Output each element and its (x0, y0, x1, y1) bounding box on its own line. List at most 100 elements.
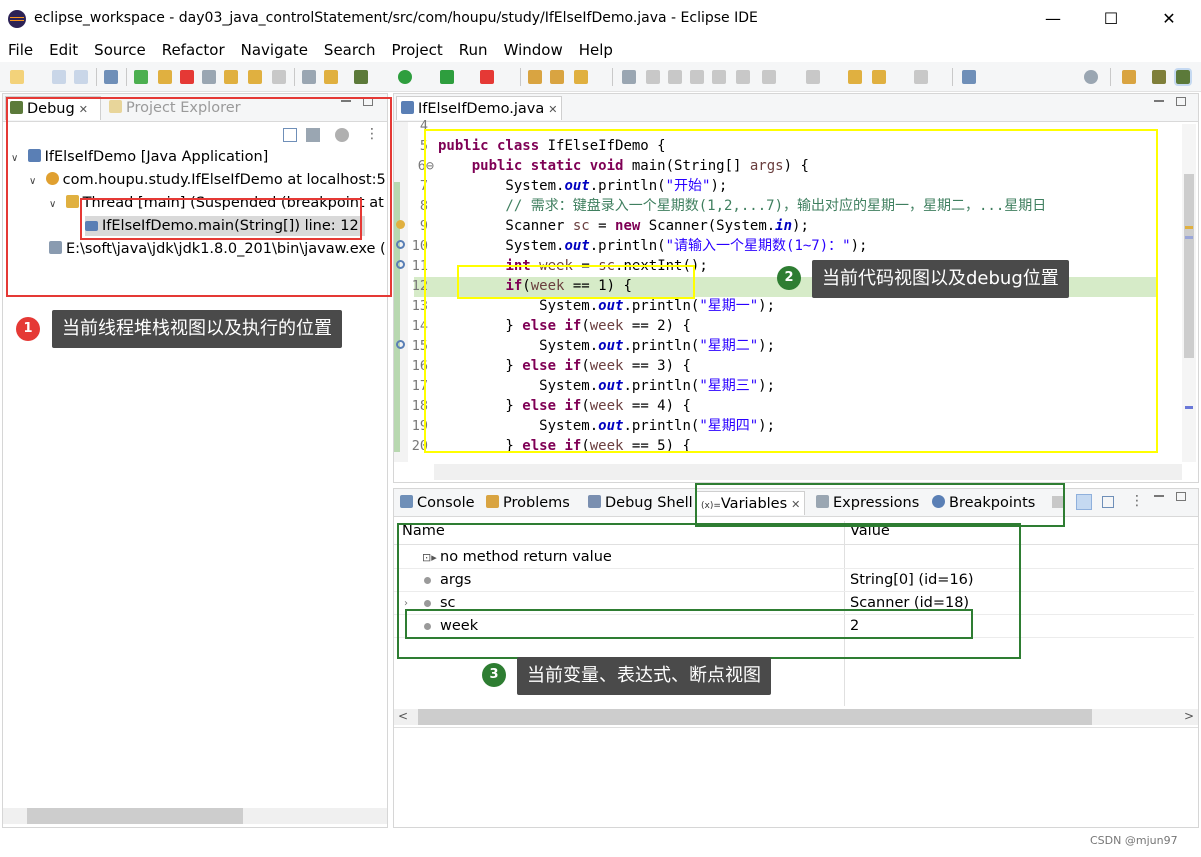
debug-icon[interactable] (354, 70, 368, 84)
variables-hscrollbar[interactable]: < > (394, 709, 1198, 725)
minimize-view-icon[interactable] (1154, 100, 1164, 102)
use-step-filters-icon[interactable] (324, 70, 338, 84)
drop-frame-icon[interactable] (302, 70, 316, 84)
overview-marker[interactable] (1185, 406, 1193, 409)
debug-hscrollbar[interactable] (3, 808, 387, 824)
menu-navigate[interactable]: Navigate (241, 41, 308, 59)
editor-tab-label: IfElseIfDemo.java (418, 101, 545, 117)
toggle-block-icon[interactable] (668, 70, 682, 84)
toggle-edit-icon[interactable] (646, 70, 660, 84)
save-icon[interactable] (52, 70, 66, 84)
new-icon[interactable] (10, 70, 24, 84)
chevron-right-icon[interactable]: > (1184, 709, 1194, 723)
overview-marker[interactable] (1185, 226, 1193, 229)
tab-problems-label: Problems (503, 495, 570, 511)
back-icon[interactable] (872, 70, 886, 84)
editor-vscroll-thumb[interactable] (1184, 174, 1194, 358)
tab-debug-shell[interactable]: Debug Shell (584, 491, 697, 515)
annotation-box-current-line (457, 265, 695, 299)
variables-hscroll-thumb[interactable] (418, 709, 1092, 725)
debug-shell-icon (588, 495, 601, 508)
java-perspective-icon[interactable] (1152, 70, 1166, 84)
disconnect-icon[interactable] (202, 70, 216, 84)
annotation-badge-2: 2 (777, 266, 801, 290)
new-java-project-icon[interactable] (528, 70, 542, 84)
annotation-badge-1: 1 (16, 317, 40, 341)
menu-refactor[interactable]: Refactor (162, 41, 225, 59)
annotation-badge-3: 3 (482, 663, 506, 687)
open-type-icon[interactable] (550, 70, 564, 84)
show-logical-structure-icon[interactable] (1076, 494, 1092, 510)
annotation-callout-3: 当前变量、表达式、断点视图 (517, 657, 771, 695)
close-button[interactable]: ✕ (1154, 8, 1184, 30)
annotation-box-stack-frame (80, 198, 362, 240)
breakpoint-icon[interactable] (396, 220, 405, 229)
maximize-view-icon[interactable] (1176, 97, 1186, 106)
annotation-box-tabs (695, 483, 1065, 527)
menu-file[interactable]: File (8, 41, 33, 59)
search-icon[interactable] (1084, 70, 1098, 84)
close-tab-icon[interactable]: ✕ (548, 103, 557, 116)
minimize-button[interactable]: — (1038, 8, 1068, 30)
minimize-view-icon[interactable] (1154, 495, 1164, 497)
suspend-icon[interactable] (158, 70, 172, 84)
tab-problems[interactable]: Problems (482, 491, 574, 515)
terminate-icon[interactable] (180, 70, 194, 84)
editor-vscrollbar[interactable] (1182, 124, 1196, 462)
debug-hscroll-thumb[interactable] (27, 808, 243, 824)
window-title: eclipse_workspace - day03_java_controlSt… (34, 10, 758, 26)
breakpoint-marker-icon[interactable] (396, 260, 405, 269)
step-into-icon[interactable] (224, 70, 238, 84)
show-source-icon[interactable] (712, 70, 726, 84)
variable-detail-pane[interactable] (394, 727, 1198, 827)
menu-search[interactable]: Search (324, 41, 376, 59)
overview-marker[interactable] (1185, 236, 1193, 239)
title-bar: eclipse_workspace - day03_java_controlSt… (0, 0, 1201, 38)
eclipse-logo-icon (8, 10, 26, 28)
skip-breakpoints-icon[interactable] (104, 70, 118, 84)
toggle-whitespace-icon[interactable] (690, 70, 704, 84)
coverage-icon[interactable] (440, 70, 454, 84)
annotation-callout-1: 当前线程堆栈视图以及执行的位置 (52, 310, 342, 348)
menu-window[interactable]: Window (504, 41, 563, 59)
editor-hscrollbar[interactable] (434, 464, 1182, 480)
previous-annotation-icon[interactable] (806, 70, 820, 84)
annotation-box-week-row (405, 609, 973, 639)
menu-run[interactable]: Run (459, 41, 488, 59)
menu-project[interactable]: Project (391, 41, 442, 59)
maximize-button[interactable]: ☐ (1096, 8, 1126, 30)
annotation-box-debug (6, 97, 392, 297)
editor-tabbar: IfElseIfDemo.java ✕ (394, 94, 1198, 122)
menu-help[interactable]: Help (579, 41, 613, 59)
save-all-icon[interactable] (74, 70, 88, 84)
toolbar (0, 62, 1201, 92)
forward-icon[interactable] (914, 70, 928, 84)
problems-icon (486, 495, 499, 508)
console-icon (400, 495, 413, 508)
run-icon[interactable] (398, 70, 412, 84)
menu-source[interactable]: Source (94, 41, 146, 59)
maximize-view-icon[interactable] (1176, 492, 1186, 501)
tab-console[interactable]: Console (396, 491, 479, 515)
debug-perspective-icon[interactable] (1174, 68, 1192, 86)
breakpoint-marker-icon[interactable] (396, 240, 405, 249)
last-edit-icon[interactable] (848, 70, 862, 84)
search-tool-icon[interactable] (574, 70, 588, 84)
step-return-icon[interactable] (272, 70, 286, 84)
toggle-mark-icon[interactable] (622, 70, 636, 84)
pin-editor-icon[interactable] (962, 70, 976, 84)
menu-edit[interactable]: Edit (49, 41, 78, 59)
open-perspective-icon[interactable] (1122, 70, 1136, 84)
annotation-callout-2: 当前代码视图以及debug位置 (812, 260, 1069, 298)
breakpoint-marker-icon[interactable] (396, 340, 405, 349)
collapse-all-icon[interactable] (1102, 496, 1114, 508)
view-menu-icon[interactable]: ⋮ (1130, 493, 1144, 509)
step-over-icon[interactable] (248, 70, 262, 84)
external-tools-icon[interactable] (480, 70, 494, 84)
next-annotation-icon[interactable] (762, 70, 776, 84)
tab-console-label: Console (417, 495, 475, 511)
resume-icon[interactable] (134, 70, 148, 84)
chevron-left-icon[interactable]: < (398, 709, 408, 723)
watermark: CSDN @mjun97 (1090, 834, 1178, 847)
pilcrow-icon[interactable] (736, 70, 750, 84)
